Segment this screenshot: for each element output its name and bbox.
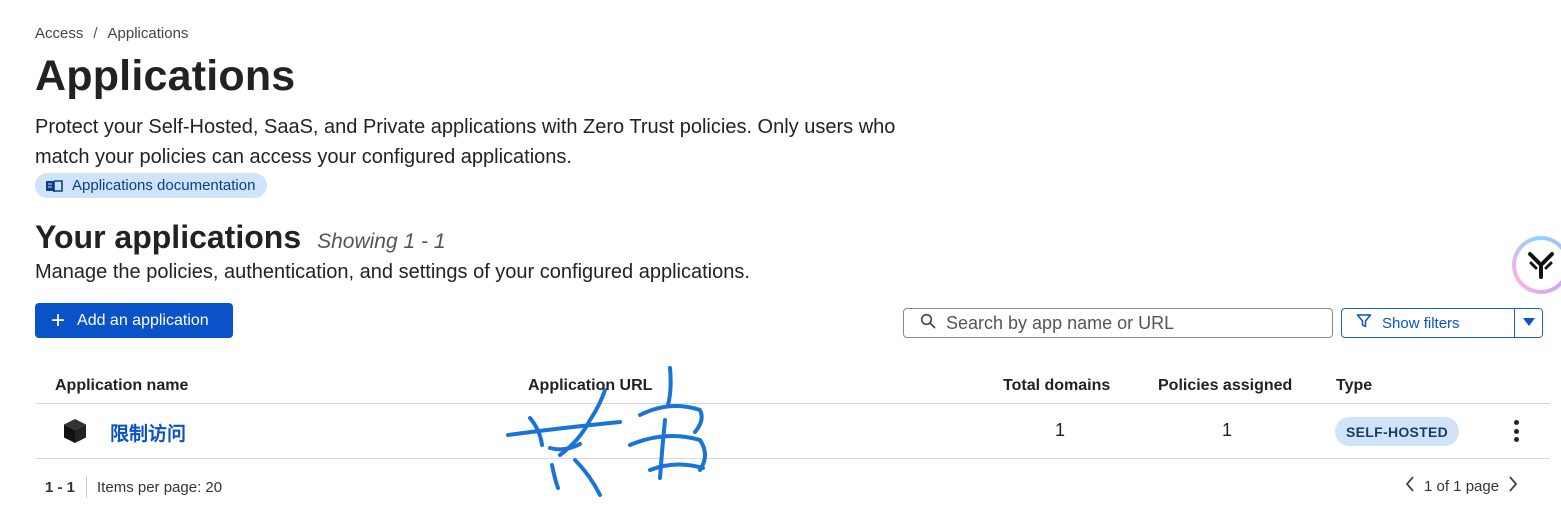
filters-control: Show filters: [1341, 308, 1543, 338]
doc-link-label: Applications documentation: [72, 177, 256, 194]
items-per-page[interactable]: Items per page: 20: [87, 479, 222, 496]
page-description: Protect your Self-Hosted, SaaS, and Priv…: [35, 116, 896, 168]
column-header-application-name[interactable]: Application name: [55, 377, 188, 395]
total-domains-value: 1: [1055, 420, 1066, 440]
showing-count: Showing 1 - 1: [317, 230, 446, 253]
filters-dropdown-toggle[interactable]: [1515, 309, 1542, 337]
column-header-type[interactable]: Type: [1336, 377, 1372, 395]
search-box[interactable]: [903, 308, 1333, 338]
search-input[interactable]: [946, 312, 1316, 334]
section-description: Manage the policies, authentication, and…: [35, 261, 750, 283]
section-title: Your applications: [35, 219, 302, 255]
caret-down-icon: [1522, 314, 1536, 332]
pagination-controls: 1 of 1 page: [1404, 475, 1519, 497]
breadcrumb-separator: /: [93, 25, 98, 42]
cube-icon: [61, 417, 89, 450]
type-badge: SELF-HOSTED: [1335, 417, 1460, 446]
column-header-total-domains[interactable]: Total domains: [1003, 377, 1110, 395]
breadcrumb-item-access[interactable]: Access: [35, 25, 83, 42]
search-icon: [920, 313, 936, 334]
page-status: 1 of 1 page: [1424, 477, 1500, 495]
breadcrumb: Access / Applications: [35, 25, 188, 42]
policies-assigned-value: 1: [1222, 420, 1233, 440]
add-application-button[interactable]: + Add an application: [35, 303, 233, 338]
section-header: Your applications Showing 1 - 1: [35, 219, 446, 256]
application-name-link[interactable]: 限制访问: [110, 419, 186, 446]
table-header: Application name Application URL Total d…: [35, 368, 1550, 404]
book-icon: [45, 179, 63, 193]
handwritten-signature: [506, 366, 707, 497]
pagination-summary: 1 - 1 Items per page: 20: [45, 476, 222, 498]
next-page-icon[interactable]: [1507, 475, 1519, 497]
breadcrumb-item-applications: Applications: [107, 25, 189, 42]
page-title: Applications: [35, 52, 296, 100]
previous-page-icon[interactable]: [1404, 475, 1416, 497]
show-filters-button[interactable]: Show filters: [1342, 309, 1515, 337]
filter-icon: [1356, 313, 1372, 333]
plus-icon: +: [51, 306, 66, 334]
column-header-policies-assigned[interactable]: Policies assigned: [1158, 377, 1292, 395]
assistant-logo-icon[interactable]: [1512, 236, 1561, 294]
more-options-icon[interactable]: [1508, 418, 1524, 444]
show-filters-label: Show filters: [1382, 314, 1460, 332]
applications-documentation-link[interactable]: Applications documentation: [35, 173, 268, 198]
table-row: 限制访问 1 1 SELF-HOSTED: [35, 404, 1550, 459]
add-application-label: Add an application: [77, 311, 209, 329]
pagination-range: 1 - 1: [45, 476, 88, 498]
